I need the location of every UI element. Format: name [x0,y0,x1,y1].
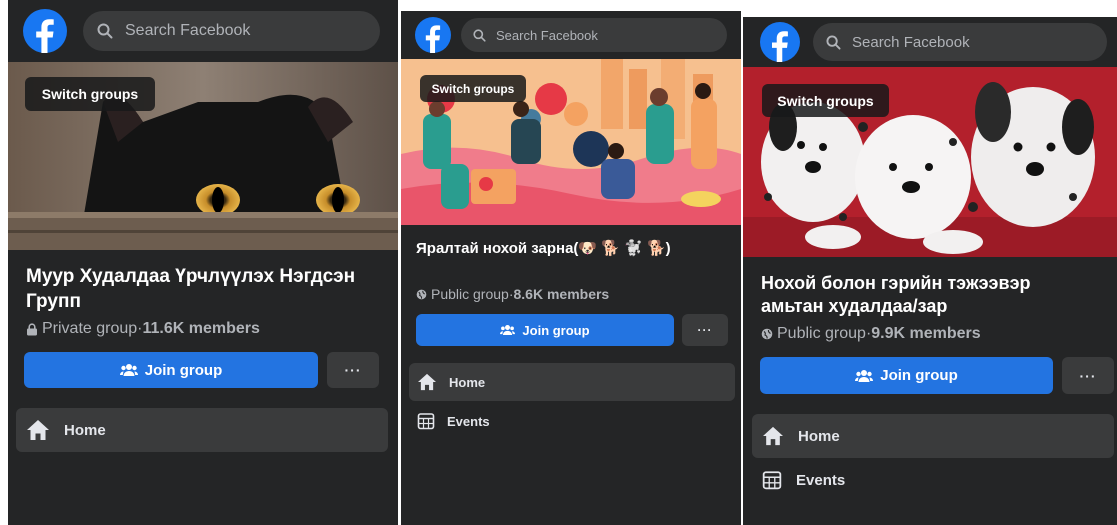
facebook-logo-icon[interactable] [415,17,451,53]
home-icon [417,373,437,391]
search-input[interactable] [123,21,380,41]
switch-groups-button[interactable]: Switch groups [25,77,155,111]
search-input[interactable] [850,32,1107,52]
group-panel-cats: Switch groups Муур Худалдаа Үрчлүүлэх Нэ… [8,0,398,525]
search-icon [97,23,113,39]
nav-item-label: Home [64,421,106,439]
more-options-button[interactable]: ··· [682,314,728,346]
search-bar[interactable] [461,18,727,52]
nav-item-events[interactable]: Events [752,458,1114,502]
group-meta: Public group · 9.9K members [761,325,981,343]
search-bar[interactable] [813,23,1107,61]
globe-icon [416,289,427,300]
facebook-logo-icon[interactable] [760,22,800,62]
nav-item-events[interactable]: Events [409,402,735,440]
group-panel-pets: Switch groups Нохой болон гэрийн тэжээвэ… [743,17,1117,525]
nav-item-home[interactable]: Home [409,363,735,401]
group-meta: Public group · 8.6K members [416,286,609,302]
join-group-button[interactable]: Join group [416,314,674,346]
group-title[interactable]: Нохой болон гэрийн тэжээвэр амьтан худал… [761,272,1117,319]
privacy-label: Public group [431,286,509,302]
cover-photo: Switch groups [8,62,398,250]
join-group-label: Join group [144,361,223,379]
member-count[interactable]: 11.6K members [143,320,260,338]
nav-item-label: Home [449,374,486,390]
group-meta: Private group · 11.6K members [26,320,260,338]
join-group-button[interactable]: Join group [24,352,318,388]
join-group-label: Join group [522,322,590,338]
member-count[interactable]: 9.9K members [871,325,980,343]
member-count[interactable]: 8.6K members [514,286,610,302]
search-icon [473,28,486,42]
switch-groups-button[interactable]: Switch groups [762,84,889,117]
top-bar [401,11,741,59]
home-icon [762,426,784,446]
group-panel-dogs-urgent: Switch groups Яралтай нохой зарна(🐶 🐕 🐩 … [401,11,741,525]
home-icon [26,419,50,441]
cover-photo: Switch groups [743,67,1117,257]
calendar-icon [762,470,782,490]
users-icon [855,369,874,383]
top-bar [8,0,398,62]
users-icon [119,363,138,377]
group-title[interactable]: Муур Худалдаа Үрчлүүлэх Нэгдсэн Групп [26,265,398,314]
nav-item-home[interactable]: Home [16,408,388,452]
nav-item-home[interactable]: Home [752,414,1114,458]
search-input[interactable] [494,26,727,44]
more-options-button[interactable]: ··· [1062,357,1114,394]
join-group-label: Join group [880,367,958,384]
privacy-label: Public group [777,325,866,342]
nav-item-label: Events [796,471,846,489]
calendar-icon [417,412,435,430]
join-group-button[interactable]: Join group [760,357,1053,394]
switch-groups-button[interactable]: Switch groups [420,75,526,102]
nav-item-label: Events [447,413,490,429]
users-icon [500,324,516,336]
search-bar[interactable] [83,11,380,51]
lock-icon [26,322,38,336]
globe-icon [761,328,773,340]
privacy-label: Private group [42,320,138,337]
facebook-logo-icon[interactable] [23,9,67,53]
search-icon [826,34,841,50]
more-options-button[interactable]: ··· [327,352,379,388]
group-title[interactable]: Яралтай нохой зарна(🐶 🐕 🐩 🐕) [416,239,741,259]
nav-item-label: Home [798,427,840,445]
top-bar [743,17,1117,67]
cover-photo: Switch groups [401,59,741,225]
